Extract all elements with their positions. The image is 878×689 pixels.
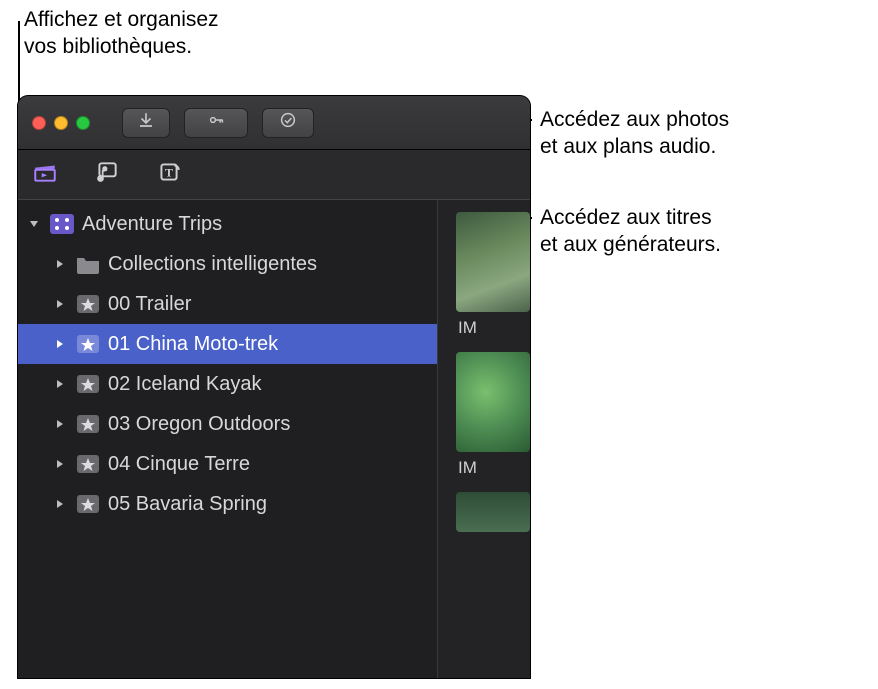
disclosure-triangle-right-icon[interactable]	[52, 416, 68, 432]
disclosure-triangle-right-icon[interactable]	[52, 256, 68, 272]
disclosure-triangle-right-icon[interactable]	[52, 336, 68, 352]
sidebar-item[interactable]: 05 Bavaria Spring	[18, 484, 437, 524]
sidebar-item[interactable]: 03 Oregon Outdoors	[18, 404, 437, 444]
svg-text:T: T	[165, 165, 173, 179]
clip-label: IM	[458, 318, 530, 338]
sidebar-item-label: 03 Oregon Outdoors	[108, 413, 290, 436]
sidebar-item[interactable]: 00 Trailer	[18, 284, 437, 324]
sidebar-item-label: 04 Cinque Terre	[108, 453, 250, 476]
minimize-window-button[interactable]	[54, 116, 68, 130]
library-root-row[interactable]: Adventure Trips	[18, 204, 437, 244]
zoom-window-button[interactable]	[76, 116, 90, 130]
titlebar	[18, 96, 530, 150]
download-arrow-icon	[137, 111, 155, 134]
libraries-tab[interactable]	[28, 158, 62, 192]
sidebar-tabbar: T	[18, 150, 530, 200]
sidebar-item[interactable]: Collections intelligentes	[18, 244, 437, 284]
callout-libraries: Affichez et organisez vos bibliothèques.	[24, 6, 219, 61]
sidebar-item-label: 00 Trailer	[108, 293, 191, 316]
disclosure-triangle-down-icon[interactable]	[26, 216, 42, 232]
key-icon	[207, 111, 225, 134]
close-window-button[interactable]	[32, 116, 46, 130]
event-star-icon	[74, 292, 102, 316]
background-tasks-button[interactable]	[262, 108, 314, 138]
titles-generators-tab[interactable]: T	[152, 158, 186, 192]
callout-titles-generators: Accédez aux titres et aux générateurs.	[540, 204, 721, 259]
disclosure-triangle-right-icon[interactable]	[52, 456, 68, 472]
checkmark-circle-icon	[279, 111, 297, 134]
import-button[interactable]	[122, 108, 170, 138]
sidebar-item-label: 05 Bavaria Spring	[108, 493, 267, 516]
event-star-icon	[74, 412, 102, 436]
photos-music-icon	[93, 159, 121, 190]
event-star-icon	[74, 492, 102, 516]
sidebar-item-label: 02 Iceland Kayak	[108, 373, 261, 396]
clapperboard-icon	[31, 159, 59, 190]
sidebar-item-label: 01 China Moto-trek	[108, 333, 278, 356]
event-star-icon	[74, 452, 102, 476]
sidebar-item-selected[interactable]: 01 China Moto-trek	[18, 324, 437, 364]
sidebar-item-label: Collections intelligentes	[108, 253, 317, 276]
clip-browser: IM IM	[438, 200, 530, 678]
clip-thumbnail[interactable]	[456, 352, 530, 452]
disclosure-triangle-right-icon[interactable]	[52, 376, 68, 392]
event-star-icon	[74, 372, 102, 396]
clip-thumbnail[interactable]	[456, 212, 530, 312]
folder-icon	[74, 252, 102, 276]
window-controls	[32, 116, 90, 130]
disclosure-triangle-right-icon[interactable]	[52, 296, 68, 312]
photos-audio-tab[interactable]	[90, 158, 124, 192]
library-icon	[48, 212, 76, 236]
sidebar-item[interactable]: 04 Cinque Terre	[18, 444, 437, 484]
clip-label: IM	[458, 458, 530, 478]
app-window: T Adventure Trips	[18, 96, 530, 678]
clip-thumbnail[interactable]	[456, 492, 530, 532]
keyword-editor-button[interactable]	[184, 108, 248, 138]
disclosure-triangle-right-icon[interactable]	[52, 496, 68, 512]
library-tree: Adventure Trips Collections intelligente…	[18, 200, 437, 524]
event-star-icon	[74, 332, 102, 356]
library-sidebar: Adventure Trips Collections intelligente…	[18, 200, 438, 678]
titles-icon: T	[155, 159, 183, 190]
sidebar-item[interactable]: 02 Iceland Kayak	[18, 364, 437, 404]
callout-photos-audio: Accédez aux photos et aux plans audio.	[540, 106, 729, 161]
library-root-label: Adventure Trips	[82, 213, 222, 236]
